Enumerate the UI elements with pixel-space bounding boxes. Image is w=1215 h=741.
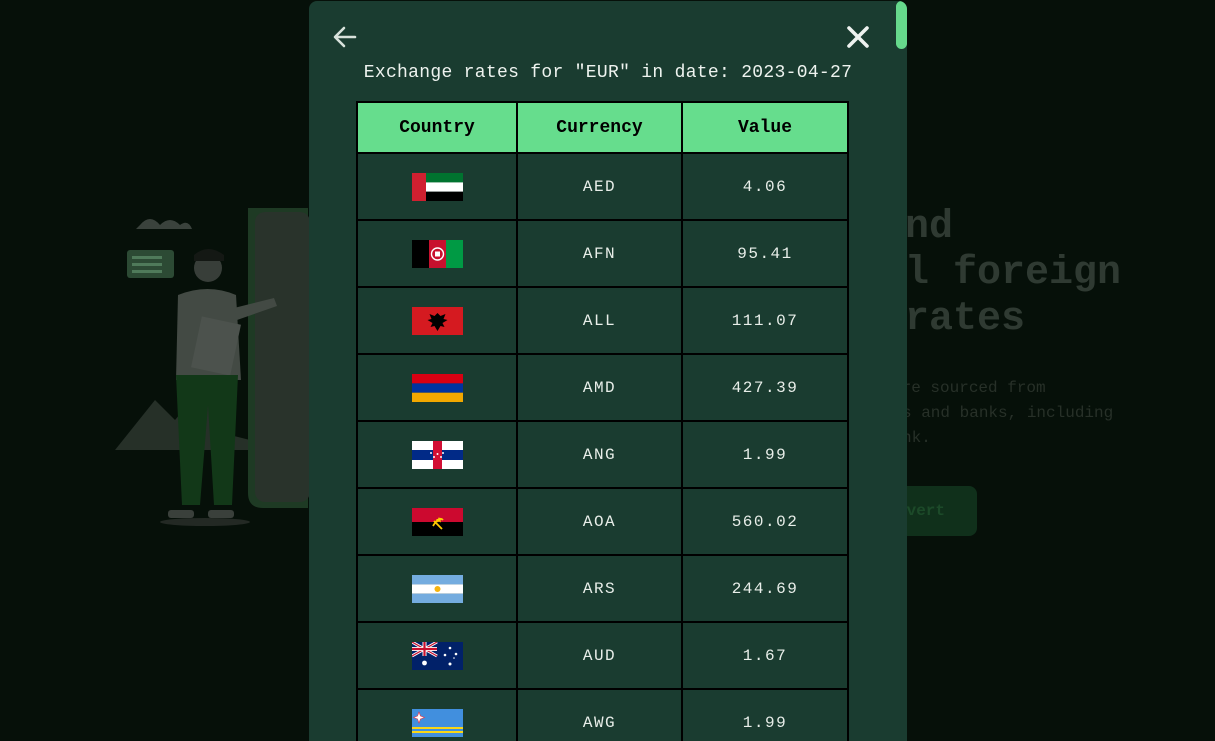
column-header-value: Value	[681, 101, 849, 154]
table-row: AWG 1.99	[356, 688, 849, 741]
exchange-rates-modal: Exchange rates for "EUR" in date: 2023-0…	[309, 1, 907, 741]
close-button[interactable]	[845, 24, 871, 50]
country-cell	[356, 219, 518, 288]
scrollbar-thumb[interactable]	[896, 1, 907, 49]
argentina-flag	[411, 574, 463, 603]
value-cell: 1.67	[681, 621, 849, 690]
currency-cell: AMD	[516, 353, 683, 422]
country-cell	[356, 487, 518, 556]
country-cell	[356, 621, 518, 690]
table-row: AFN 95.41	[356, 219, 849, 288]
currency-cell: AED	[516, 152, 683, 221]
aruba-flag	[411, 708, 463, 737]
country-cell	[356, 420, 518, 489]
arrow-left-icon	[333, 26, 357, 48]
headline-line-2: l foreign	[905, 251, 1122, 296]
desc-line-2: s and banks, including	[902, 404, 1114, 422]
albania-flag	[411, 306, 463, 335]
table-header-row: Country Currency Value	[356, 101, 849, 154]
value-cell: 244.69	[681, 554, 849, 623]
angola-flag	[411, 507, 463, 536]
table-row: AUD 1.67	[356, 621, 849, 690]
country-cell	[356, 286, 518, 355]
headline-line-1: nd	[905, 205, 954, 250]
desc-line-1: are sourced from	[892, 379, 1046, 397]
armenia-flag	[411, 373, 463, 402]
table-row: AOA 560.02	[356, 487, 849, 556]
modal-title: Exchange rates for "EUR" in date: 2023-0…	[363, 63, 853, 83]
table-row: AED 4.06	[356, 152, 849, 221]
australia-flag	[411, 641, 463, 670]
table-row: ANG 1.99	[356, 420, 849, 489]
table-row: ARS 244.69	[356, 554, 849, 623]
illustration-person-phone	[115, 208, 310, 526]
value-cell: 1.99	[681, 420, 849, 489]
value-cell: 111.07	[681, 286, 849, 355]
currency-cell: ARS	[516, 554, 683, 623]
currency-cell: AUD	[516, 621, 683, 690]
currency-cell: ANG	[516, 420, 683, 489]
value-cell: 95.41	[681, 219, 849, 288]
table-row: ALL 111.07	[356, 286, 849, 355]
country-cell	[356, 353, 518, 422]
currency-cell: AFN	[516, 219, 683, 288]
headline-line-3: rates	[905, 297, 1026, 342]
currency-cell: ALL	[516, 286, 683, 355]
back-button[interactable]	[331, 23, 359, 51]
column-header-currency: Currency	[516, 101, 683, 154]
value-cell: 427.39	[681, 353, 849, 422]
netherlands-antilles-flag	[411, 440, 463, 469]
country-cell	[356, 688, 518, 741]
column-header-country: Country	[356, 101, 518, 154]
currency-cell: AOA	[516, 487, 683, 556]
exchange-rates-table: Country Currency Value AED 4.06 AFN 95.4…	[356, 101, 849, 741]
value-cell: 4.06	[681, 152, 849, 221]
value-cell: 560.02	[681, 487, 849, 556]
afghanistan-flag	[411, 239, 463, 268]
value-cell: 1.99	[681, 688, 849, 741]
uae-flag	[411, 172, 463, 201]
country-cell	[356, 554, 518, 623]
country-cell	[356, 152, 518, 221]
close-icon	[847, 26, 869, 48]
table-row: AMD 427.39	[356, 353, 849, 422]
currency-cell: AWG	[516, 688, 683, 741]
